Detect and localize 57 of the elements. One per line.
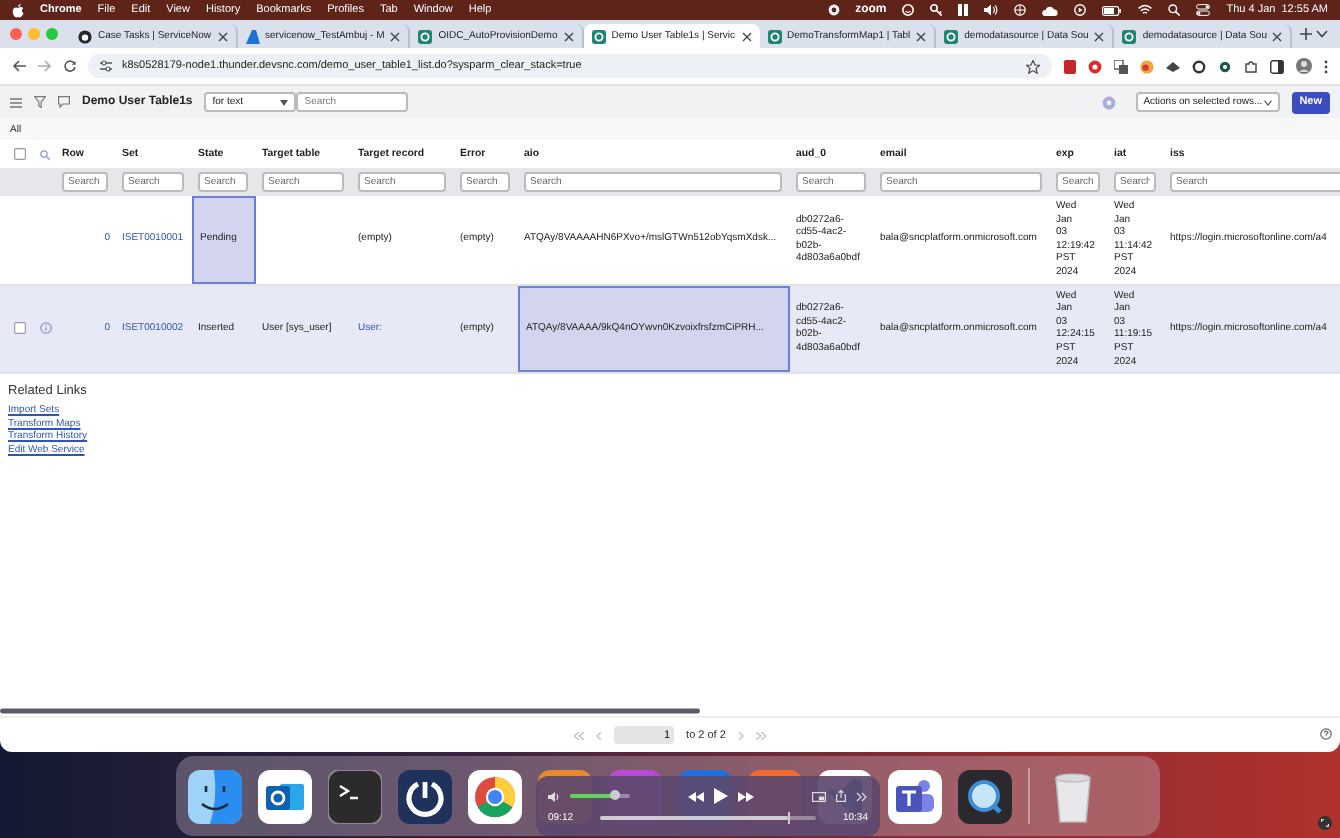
volume-icon[interactable] — [984, 4, 999, 16]
caret-icon — [280, 99, 289, 105]
checkbox[interactable] — [14, 322, 26, 335]
close-icon[interactable] — [741, 31, 752, 41]
globe-icon[interactable] — [1014, 4, 1027, 16]
close-icon[interactable] — [1094, 31, 1105, 41]
triangle-icon — [245, 29, 260, 43]
play-circle-icon[interactable] — [1074, 4, 1087, 16]
fullscreen-icon[interactable] — [1318, 816, 1332, 830]
key-icon[interactable] — [930, 4, 943, 16]
toggles-icon[interactable] — [1196, 4, 1211, 16]
chevron-down-icon[interactable] — [1316, 30, 1328, 38]
reload-icon[interactable] — [64, 60, 76, 72]
smiling-face-icon[interactable] — [188, 769, 242, 823]
pause-icon[interactable] — [958, 4, 969, 16]
double-chevron-icon[interactable] — [856, 791, 868, 801]
back-arrow-icon[interactable] — [12, 60, 26, 72]
smiley-icon[interactable] — [902, 4, 915, 16]
filter-icon[interactable] — [34, 96, 46, 108]
horizontal-scrollbar[interactable] — [0, 708, 700, 714]
battery-icon[interactable] — [1102, 5, 1123, 15]
cloud-icon[interactable] — [1042, 5, 1059, 15]
picture-in-picture-icon[interactable] — [812, 791, 826, 801]
speech-bubble-icon[interactable] — [58, 96, 70, 108]
record-icon[interactable] — [827, 4, 840, 16]
people-icon[interactable] — [888, 769, 942, 823]
star-icon[interactable] — [1026, 59, 1040, 73]
help-icon[interactable] — [1320, 728, 1332, 740]
swirl-extension-icon[interactable] — [1140, 59, 1154, 73]
site-info-icon[interactable] — [100, 60, 112, 72]
wifi-icon[interactable] — [1138, 4, 1153, 16]
close-icon[interactable] — [1272, 31, 1283, 41]
puzzle-icon[interactable] — [1244, 59, 1258, 73]
circle-extension-icon[interactable] — [1088, 59, 1102, 73]
envelope-icon[interactable] — [258, 769, 312, 823]
close-icon[interactable] — [217, 31, 228, 41]
avatar-icon[interactable] — [1296, 58, 1312, 74]
apple-icon — [12, 3, 24, 17]
close-icon[interactable] — [916, 31, 927, 41]
hamburger-menu-icon[interactable] — [10, 97, 22, 107]
terminal-icon[interactable] — [328, 769, 382, 823]
squares-extension-icon[interactable] — [1114, 59, 1128, 73]
rewind-icon[interactable] — [688, 791, 704, 801]
close-icon[interactable] — [563, 31, 574, 41]
gear-extension-icon[interactable] — [1218, 59, 1232, 73]
side-panel-icon[interactable] — [1270, 59, 1284, 73]
close-icon[interactable] — [390, 31, 401, 41]
volume-icon[interactable] — [548, 791, 560, 801]
chevron-down-icon — [1263, 99, 1272, 105]
plus-icon[interactable] — [1300, 28, 1313, 40]
play-icon[interactable] — [714, 788, 728, 804]
share-icon[interactable] — [836, 790, 846, 802]
magnifier-icon[interactable] — [958, 769, 1012, 823]
checkbox[interactable] — [14, 148, 26, 160]
ring-extension-icon[interactable] — [1192, 59, 1206, 73]
bookmark-extension-icon[interactable] — [1064, 59, 1076, 73]
fast-forward-icon[interactable] — [738, 791, 754, 801]
